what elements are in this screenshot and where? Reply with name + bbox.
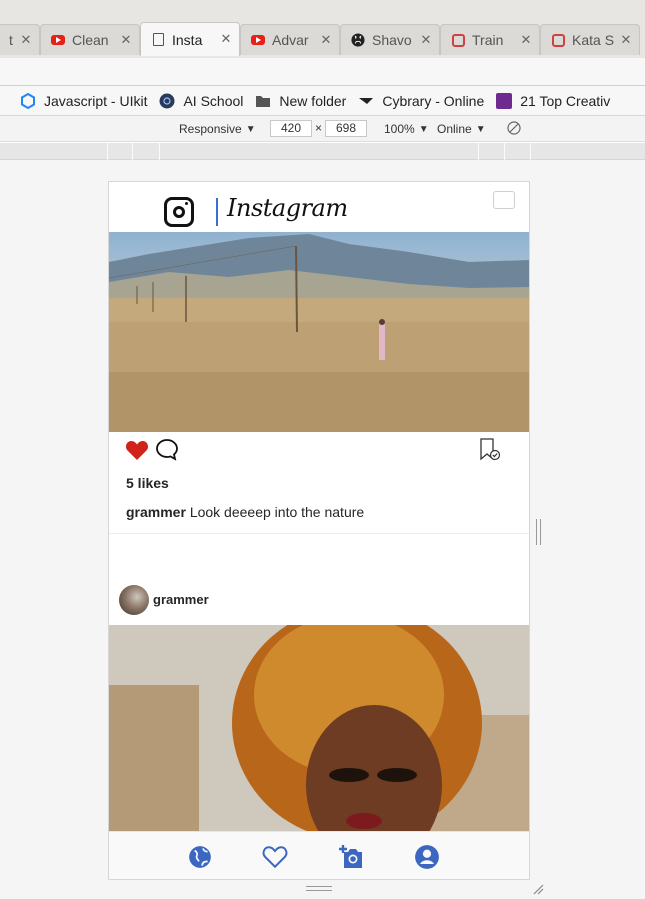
ai-school-icon bbox=[159, 93, 175, 109]
tab-clean[interactable]: Clean ✕ bbox=[40, 24, 140, 55]
tab-train[interactable]: Train ✕ bbox=[440, 24, 540, 55]
youtube-icon bbox=[251, 33, 265, 47]
landscape-image bbox=[109, 234, 529, 432]
mobile-viewport: Instagram 5 likes grammer Look deeeep in… bbox=[108, 181, 530, 880]
tab-partial[interactable]: t ✕ bbox=[0, 24, 40, 55]
post-caption: grammer Look deeeep into the nature bbox=[126, 504, 364, 520]
browser-tabstrip: t ✕ Clean ✕ Insta ✕ Advar ✕ Shavo ✕ Trai… bbox=[0, 0, 645, 58]
bottom-navigation bbox=[109, 831, 529, 879]
device-toolbar: Responsive ▼ 420 × 698 100% ▼ Online ▼ bbox=[0, 116, 645, 142]
dimension-separator: × bbox=[315, 121, 323, 135]
instagram-camera-icon[interactable] bbox=[164, 197, 194, 227]
rotate-icon bbox=[507, 121, 521, 135]
uikit-icon bbox=[20, 92, 36, 109]
throttle-label: Online bbox=[437, 122, 472, 136]
tab-kata[interactable]: Kata S ✕ bbox=[540, 24, 640, 55]
bookmark-cybrary[interactable]: Cybrary - Online bbox=[358, 93, 484, 109]
caret-down-icon: ▼ bbox=[245, 123, 256, 135]
caption-username[interactable]: grammer bbox=[126, 504, 186, 520]
likes-count: 5 likes bbox=[126, 475, 169, 491]
height-input[interactable]: 698 bbox=[325, 120, 367, 137]
github-icon bbox=[351, 33, 365, 47]
bookmark-label: 21 Top Creativ bbox=[520, 92, 611, 109]
caption-text: Look deeeep into the nature bbox=[189, 504, 365, 520]
document-icon bbox=[151, 33, 165, 47]
tab-insta[interactable]: Insta ✕ bbox=[140, 22, 240, 56]
tab-title: Advar bbox=[272, 32, 309, 48]
ig-header: Instagram bbox=[109, 182, 529, 232]
bookmark-label: AI School bbox=[183, 92, 244, 109]
bookmark-save-icon[interactable] bbox=[479, 438, 501, 462]
folder-icon bbox=[255, 93, 271, 109]
media-query-ruler bbox=[0, 143, 645, 160]
post-username[interactable]: grammer bbox=[153, 592, 209, 607]
device-label: Responsive bbox=[179, 122, 242, 136]
tab-close-icon[interactable]: ✕ bbox=[119, 33, 133, 48]
tab-title: t bbox=[9, 32, 13, 48]
zoom-select[interactable]: 100% ▼ bbox=[384, 122, 429, 136]
globe-icon[interactable] bbox=[187, 844, 213, 870]
tab-close-icon[interactable]: ✕ bbox=[19, 33, 33, 48]
post-photo-portrait[interactable] bbox=[109, 625, 529, 831]
tab-close-icon[interactable]: ✕ bbox=[219, 32, 233, 47]
width-input[interactable]: 420 bbox=[270, 120, 312, 137]
post-actions bbox=[109, 432, 529, 468]
viewport-resize-handle[interactable] bbox=[536, 519, 541, 545]
resize-corner-icon[interactable] bbox=[532, 883, 544, 895]
header-divider bbox=[216, 198, 218, 226]
address-toolbar bbox=[0, 58, 645, 86]
tab-advar[interactable]: Advar ✕ bbox=[240, 24, 340, 55]
bookmark-colorlib[interactable]: 21 Top Creativ bbox=[496, 92, 611, 109]
bookmark-label: Javascript - UIkit bbox=[44, 92, 148, 109]
tab-close-icon[interactable]: ✕ bbox=[619, 33, 633, 48]
header-checkbox[interactable] bbox=[493, 191, 515, 209]
caret-down-icon: ▼ bbox=[418, 123, 429, 135]
tab-title: Insta bbox=[172, 31, 203, 48]
tab-title: Shavo bbox=[372, 32, 412, 48]
like-heart-filled-icon[interactable] bbox=[125, 439, 149, 461]
viewport-resize-bottom-handle[interactable] bbox=[306, 886, 332, 891]
codepen-icon bbox=[451, 33, 465, 47]
instagram-wordmark[interactable]: Instagram bbox=[227, 194, 348, 222]
youtube-icon bbox=[51, 33, 65, 47]
tab-close-icon[interactable]: ✕ bbox=[319, 33, 333, 48]
device-select[interactable]: Responsive ▼ bbox=[179, 122, 256, 136]
bookmark-ai-school[interactable]: AI School bbox=[159, 93, 243, 109]
tab-title: Train bbox=[472, 32, 504, 48]
zoom-label: 100% bbox=[384, 122, 415, 136]
tab-title: Kata S bbox=[572, 32, 615, 48]
avatar[interactable] bbox=[119, 585, 149, 615]
heart-outline-icon[interactable] bbox=[262, 844, 288, 870]
rotate-button[interactable] bbox=[507, 121, 521, 135]
bookmark-uikit[interactable]: Javascript - UIkit bbox=[20, 92, 148, 109]
tab-shavo[interactable]: Shavo ✕ bbox=[340, 24, 440, 55]
account-icon[interactable] bbox=[414, 844, 440, 870]
bookmark-label: Cybrary - Online bbox=[382, 92, 485, 109]
bookmarks-bar: Javascript - UIkit AI School New folder … bbox=[0, 86, 645, 116]
add-photo-icon[interactable] bbox=[338, 844, 364, 870]
cybrary-icon bbox=[358, 93, 374, 109]
tab-close-icon[interactable]: ✕ bbox=[519, 33, 533, 48]
throttle-select[interactable]: Online ▼ bbox=[437, 122, 486, 136]
bookmark-label: New folder bbox=[279, 92, 347, 109]
tab-title: Clean bbox=[72, 32, 109, 48]
codepen-icon bbox=[551, 33, 565, 47]
tab-close-icon[interactable]: ✕ bbox=[419, 33, 433, 48]
comment-icon[interactable] bbox=[155, 438, 179, 462]
portrait-image bbox=[109, 625, 529, 831]
post-photo-landscape[interactable] bbox=[109, 232, 529, 432]
colorlib-icon bbox=[496, 92, 513, 109]
bookmark-new-folder[interactable]: New folder bbox=[255, 93, 346, 109]
post-separator bbox=[109, 533, 529, 534]
caret-down-icon: ▼ bbox=[475, 123, 486, 135]
